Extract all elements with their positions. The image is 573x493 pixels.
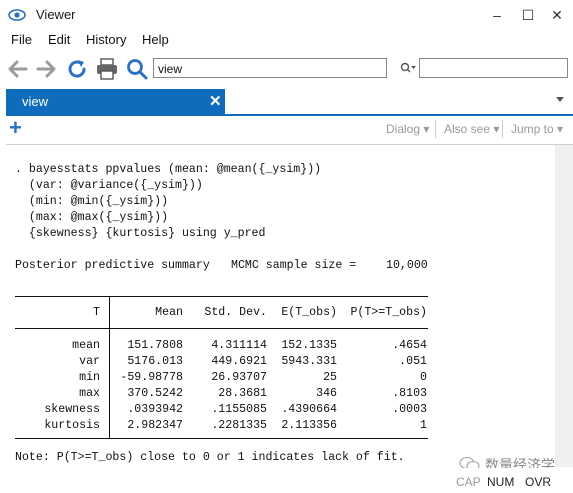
table-header-rule <box>15 328 428 329</box>
header-mean: Mean <box>155 306 183 319</box>
tab-label: view <box>22 94 49 109</box>
find-dropdown-icon[interactable] <box>400 61 418 75</box>
mean-cell: 151.7808 <box>127 339 183 352</box>
window-title: Viewer <box>36 7 76 22</box>
refresh-icon[interactable] <box>65 57 89 81</box>
mean-cell: 5176.013 <box>127 355 183 368</box>
note-text: Note: P(T>=T_obs) close to 0 or 1 indica… <box>15 451 405 464</box>
title-bar: Viewer – ☐ ✕ <box>0 0 573 30</box>
also-see-label: Also see <box>444 122 491 136</box>
divider <box>435 120 436 138</box>
overwrite-indicator: OVR <box>525 475 552 489</box>
row-label: kurtosis <box>44 419 100 432</box>
p-tobs-cell: .8103 <box>392 387 427 400</box>
table-top-rule <box>15 296 428 297</box>
p-tobs-cell: 1 <box>420 419 427 432</box>
print-icon[interactable] <box>95 57 119 81</box>
search-icon[interactable] <box>125 57 149 81</box>
p-tobs-cell: .0003 <box>392 403 427 416</box>
vertical-scrollbar[interactable] <box>555 145 573 467</box>
command-line-4: (max: @max({_ysim})) <box>15 211 169 224</box>
menu-history[interactable]: History <box>86 32 126 47</box>
std-dev-cell: 28.3681 <box>218 387 267 400</box>
p-tobs-cell: 0 <box>420 371 427 384</box>
command-line-1: . bayesstats ppvalues (mean: @mean({_ysi… <box>15 163 322 176</box>
std-dev-cell: 4.311114 <box>211 339 267 352</box>
std-dev-cell: 449.6921 <box>211 355 267 368</box>
mean-cell: 2.982347 <box>127 419 183 432</box>
e-tobs-cell: 5943.331 <box>281 355 337 368</box>
std-dev-cell: .2281335 <box>211 419 267 432</box>
caps-lock-indicator: CAP <box>456 475 481 489</box>
e-tobs-cell: 2.113356 <box>281 419 337 432</box>
header-std-dev: Std. Dev. <box>204 306 267 319</box>
p-tobs-cell: .4654 <box>392 339 427 352</box>
std-dev-cell: .1155085 <box>211 403 267 416</box>
jump-to-menu[interactable]: Jump to ▾ <box>511 122 563 136</box>
tab-menu-chevron-icon[interactable] <box>555 96 565 104</box>
std-dev-cell: 26.93707 <box>211 371 267 384</box>
header-t: T <box>93 306 100 319</box>
summary-title: Posterior predictive summary <box>15 259 210 272</box>
minimize-button[interactable]: – <box>482 4 512 26</box>
e-tobs-cell: .4390664 <box>281 403 337 416</box>
also-see-menu[interactable]: Also see ▾ <box>444 122 499 136</box>
row-label: var <box>79 355 100 368</box>
dialog-label: Dialog <box>386 122 421 136</box>
back-arrow-icon[interactable] <box>6 57 30 81</box>
e-tobs-cell: 25 <box>323 371 337 384</box>
e-tobs-cell: 346 <box>316 387 337 400</box>
row-label: skewness <box>44 403 100 416</box>
divider <box>502 120 503 138</box>
table-bottom-rule <box>15 438 428 439</box>
sample-size-label: MCMC sample size = <box>231 259 357 272</box>
command-line-5: {skewness} {kurtosis} using y_pred <box>15 227 266 240</box>
sample-size-value: 10,000 <box>386 259 428 272</box>
eye-icon <box>8 9 26 21</box>
jump-to-label: Jump to <box>511 122 554 136</box>
header-e-tobs: E(T_obs) <box>281 306 337 319</box>
menu-edit[interactable]: Edit <box>48 32 70 47</box>
search-input[interactable]: view <box>153 58 387 78</box>
add-icon[interactable]: + <box>9 115 22 141</box>
forward-arrow-icon[interactable] <box>34 57 58 81</box>
row-label: mean <box>72 339 100 352</box>
find-input[interactable] <box>419 58 568 78</box>
menu-file[interactable]: File <box>11 32 32 47</box>
mean-cell: -59.98778 <box>120 371 183 384</box>
maximize-button[interactable]: ☐ <box>513 4 543 26</box>
command-line-3: (min: @min({_ysim})) <box>15 195 169 208</box>
header-p-tobs: P(T>=T_obs) <box>350 306 427 319</box>
command-line-2: (var: @variance({_ysim})) <box>15 179 203 192</box>
close-tab-button[interactable]: ✕ <box>209 92 222 110</box>
dialog-menu[interactable]: Dialog ▾ <box>386 122 429 136</box>
row-label: min <box>79 371 100 384</box>
e-tobs-cell: 152.1335 <box>281 339 337 352</box>
menu-bar: File Edit History Help <box>0 30 573 50</box>
p-tobs-cell: .051 <box>399 355 427 368</box>
mean-cell: .0393942 <box>127 403 183 416</box>
menu-help[interactable]: Help <box>142 32 169 47</box>
num-lock-indicator: NUM <box>487 475 515 489</box>
row-label: max <box>79 387 100 400</box>
close-window-button[interactable]: ✕ <box>542 4 572 26</box>
tab-view[interactable]: view ✕ <box>6 89 225 114</box>
mean-cell: 370.5242 <box>127 387 183 400</box>
